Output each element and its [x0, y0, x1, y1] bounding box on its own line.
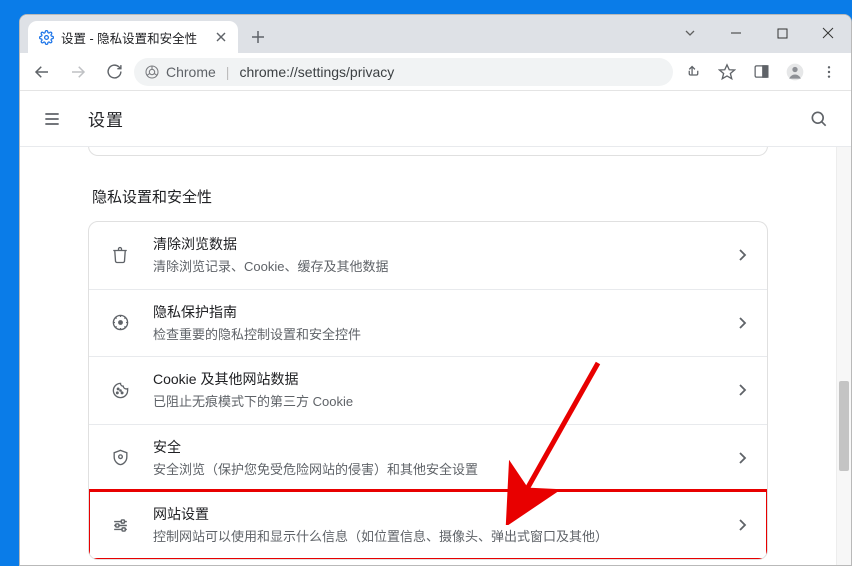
chevron-right-icon — [737, 452, 747, 464]
shield-icon — [109, 448, 131, 467]
row-title: 隐私保护指南 — [153, 302, 715, 323]
scrollbar[interactable] — [836, 147, 851, 565]
row-title: Cookie 及其他网站数据 — [153, 369, 715, 390]
toolbar-right — [677, 56, 845, 88]
reload-button[interactable] — [98, 56, 130, 88]
row-clear-browsing-data[interactable]: 清除浏览数据 清除浏览记录、Cookie、缓存及其他数据 — [89, 222, 767, 289]
window-close-button[interactable] — [805, 18, 851, 48]
side-panel-icon[interactable] — [745, 56, 777, 88]
row-desc: 安全浏览（保护您免受危险网站的侵害）和其他安全设置 — [153, 460, 715, 480]
row-site-settings[interactable]: 网站设置 控制网站可以使用和显示什么信息（如位置信息、摄像头、弹出式窗口及其他） — [89, 491, 767, 559]
row-desc: 控制网站可以使用和显示什么信息（如位置信息、摄像头、弹出式窗口及其他） — [153, 527, 715, 547]
gear-icon — [38, 29, 54, 45]
chevron-right-icon — [737, 519, 747, 531]
chevron-down-icon[interactable] — [667, 18, 713, 48]
separator: | — [226, 64, 230, 80]
row-title: 网站设置 — [153, 504, 715, 525]
guide-icon — [109, 313, 131, 332]
content-area: 隐私设置和安全性 清除浏览数据 清除浏览记录、Cookie、缓存及其他数据 — [20, 147, 851, 565]
maximize-button[interactable] — [759, 18, 805, 48]
chrome-window: 设置 - 隐私设置和安全性 — [19, 14, 852, 566]
search-icon[interactable] — [801, 101, 837, 137]
row-title: 安全 — [153, 437, 715, 458]
hamburger-menu-icon[interactable] — [34, 101, 70, 137]
kebab-menu-icon[interactable] — [813, 56, 845, 88]
profile-icon[interactable] — [779, 56, 811, 88]
privacy-card: 清除浏览数据 清除浏览记录、Cookie、缓存及其他数据 — [88, 221, 768, 560]
url-scheme-label: Chrome — [166, 64, 216, 80]
chevron-right-icon — [737, 384, 747, 396]
close-icon[interactable] — [214, 30, 228, 44]
row-security[interactable]: 安全 安全浏览（保护您免受危险网站的侵害）和其他安全设置 — [89, 424, 767, 492]
browser-tab-active[interactable]: 设置 - 隐私设置和安全性 — [28, 21, 238, 53]
chevron-right-icon — [737, 317, 747, 329]
row-desc: 已阻止无痕模式下的第三方 Cookie — [153, 392, 715, 412]
desktop: 设置 - 隐私设置和安全性 — [0, 0, 852, 566]
chevron-right-icon — [737, 249, 747, 261]
cookie-icon — [109, 381, 131, 400]
minimize-button[interactable] — [713, 18, 759, 48]
row-title: 清除浏览数据 — [153, 234, 715, 255]
row-privacy-guide[interactable]: 隐私保护指南 检查重要的隐私控制设置和安全控件 — [89, 289, 767, 357]
toolbar: Chrome | chrome://settings/privacy — [20, 53, 851, 91]
row-cookies[interactable]: Cookie 及其他网站数据 已阻止无痕模式下的第三方 Cookie — [89, 356, 767, 424]
previous-card-bottom — [88, 147, 768, 156]
new-tab-button[interactable] — [244, 23, 272, 51]
back-button[interactable] — [26, 56, 58, 88]
chrome-logo-icon — [144, 64, 160, 80]
row-desc: 检查重要的隐私控制设置和安全控件 — [153, 325, 715, 345]
scrollbar-thumb[interactable] — [839, 381, 849, 471]
settings-appbar: 设置 — [20, 91, 851, 147]
url-text: chrome://settings/privacy — [239, 64, 394, 80]
trash-icon — [109, 246, 131, 264]
section-title: 隐私设置和安全性 — [92, 186, 764, 207]
window-controls — [667, 15, 851, 51]
address-bar[interactable]: Chrome | chrome://settings/privacy — [134, 58, 673, 86]
star-icon[interactable] — [711, 56, 743, 88]
share-icon[interactable] — [677, 56, 709, 88]
tune-icon — [109, 516, 131, 535]
row-desc: 清除浏览记录、Cookie、缓存及其他数据 — [153, 257, 715, 277]
tab-title: 设置 - 隐私设置和安全性 — [61, 28, 207, 47]
tab-strip: 设置 - 隐私设置和安全性 — [20, 15, 851, 53]
page-title: 设置 — [88, 106, 124, 131]
forward-button[interactable] — [62, 56, 94, 88]
